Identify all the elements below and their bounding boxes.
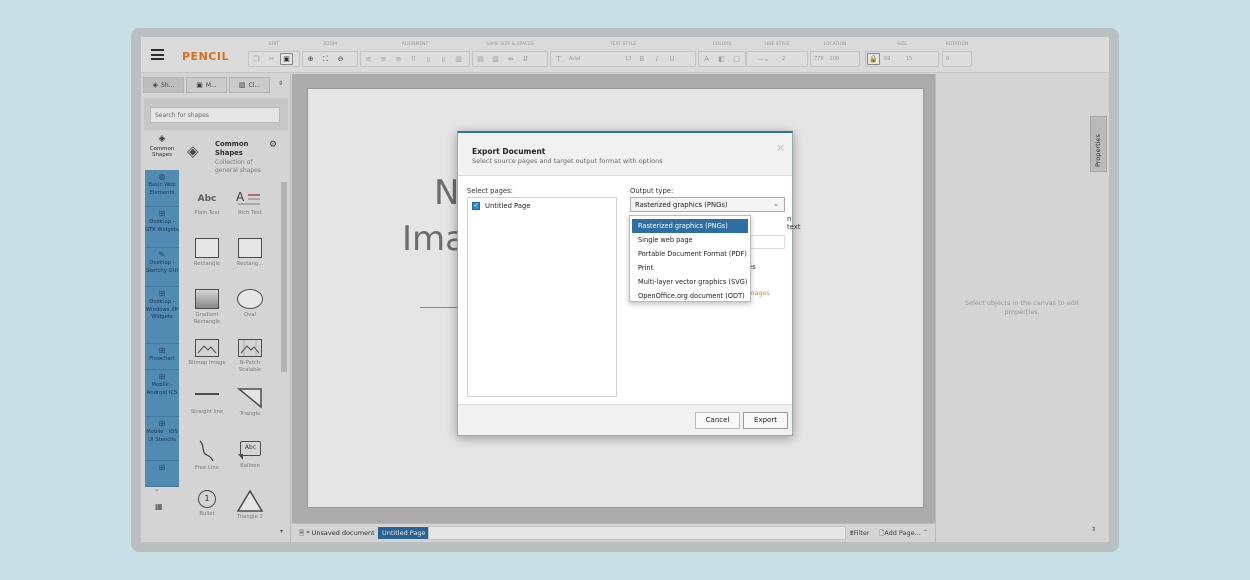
option-svg[interactable]: Multi-layer vector graphics (SVG) <box>632 275 748 289</box>
export-button[interactable]: Export <box>743 412 788 429</box>
dialog-footer: Cancel Export <box>458 404 792 435</box>
cancel-button[interactable]: Cancel <box>695 412 740 429</box>
checkbox-checked-icon[interactable]: ✓ <box>472 202 480 210</box>
close-icon[interactable]: × <box>776 141 785 154</box>
dialog-subtitle: Select source pages and target output fo… <box>472 157 663 165</box>
option-print[interactable]: Print <box>632 261 748 275</box>
output-type-label: Output type: <box>630 187 674 195</box>
page-item-untitled[interactable]: ✓ Untitled Page <box>472 202 531 210</box>
option-odt[interactable]: OpenOffice.org document (ODT) <box>632 289 748 303</box>
output-type-select[interactable]: Rasterized graphics (PNGs) ⌄ <box>630 197 785 212</box>
option-text-fragment: n text <box>787 215 801 231</box>
chevron-down-icon: ⌄ <box>773 200 779 208</box>
images-link[interactable]: mages <box>748 289 770 297</box>
option-pdf[interactable]: Portable Document Format (PDF) <box>632 247 748 261</box>
pages-list: ✓ Untitled Page <box>467 197 617 397</box>
select-pages-label: Select pages: <box>467 187 513 195</box>
option-web-page[interactable]: Single web page <box>632 233 748 247</box>
output-type-dropdown: Rasterized graphics (PNGs) Single web pa… <box>629 215 751 302</box>
dialog-title: Export Document <box>472 147 546 156</box>
option-select[interactable] <box>748 235 785 249</box>
pencil-app-window: PENCIL EDIT ❐ ✂ ▣ ZOOM ⊕ ⛶ ⊖ ALIGNMENT ≡… <box>141 37 1109 542</box>
dialog-header: Export Document Select source pages and … <box>458 133 792 176</box>
option-png[interactable]: Rasterized graphics (PNGs) <box>632 219 748 233</box>
